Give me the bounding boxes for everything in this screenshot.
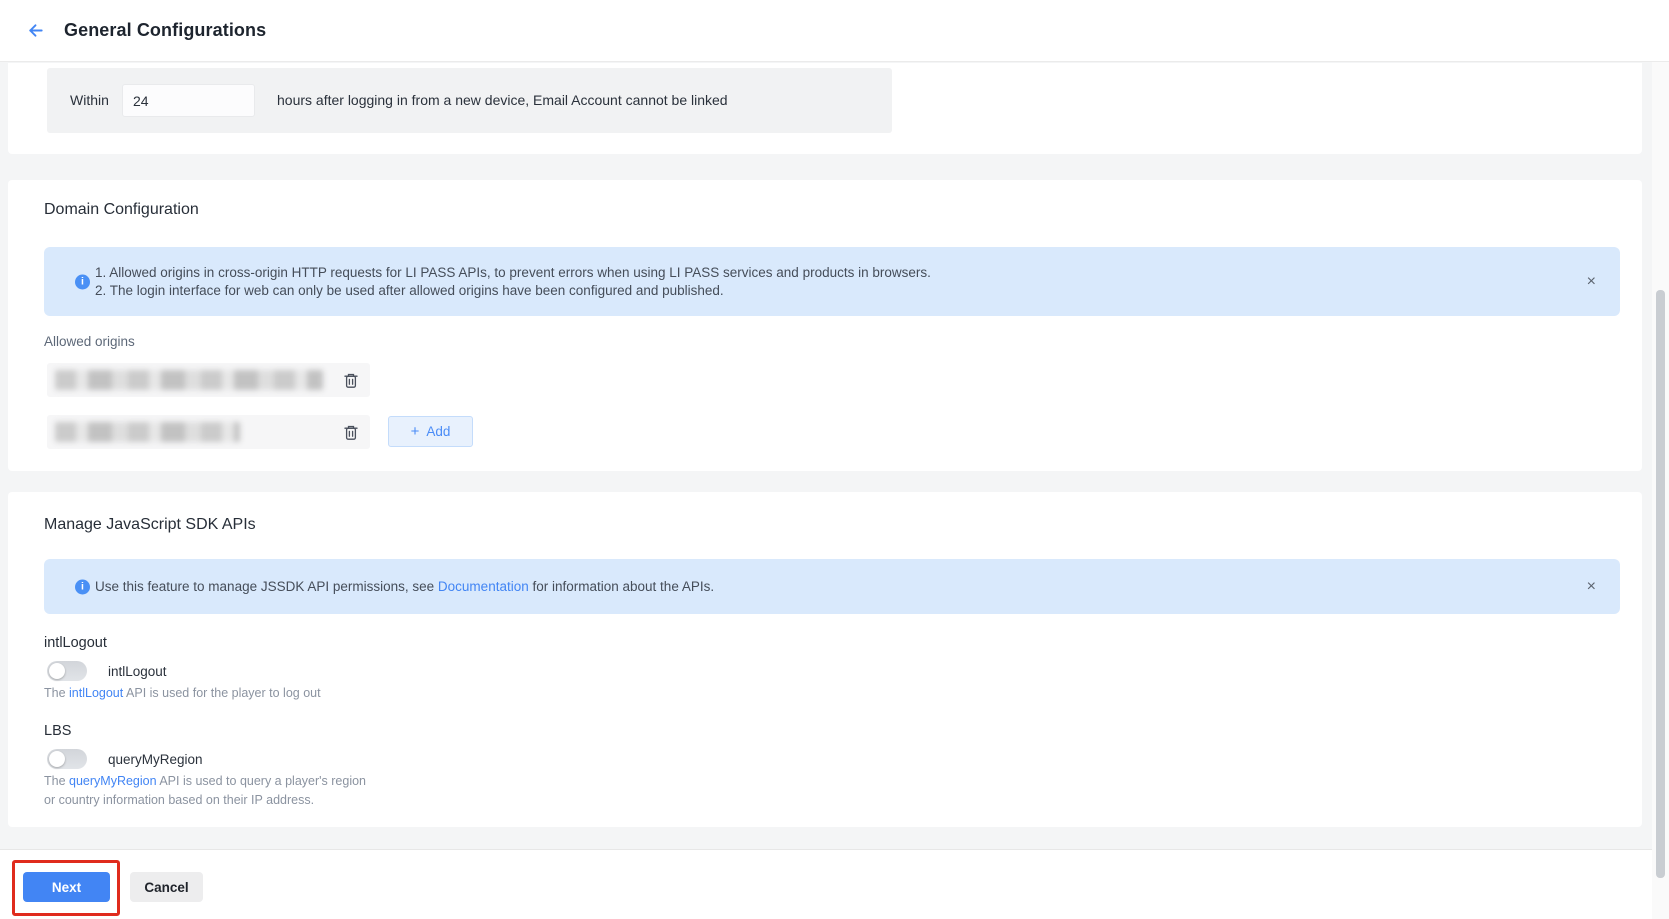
page-header: General Configurations [0,0,1669,62]
desc-text: The [44,686,70,700]
delete-origin-button[interactable] [342,371,360,389]
hours-input[interactable] [122,84,255,117]
card-jssdk-apis: Manage JavaScript SDK APIs i Use this fe… [8,492,1642,827]
card-device-rule: Within hours after logging in from a new… [8,63,1642,154]
domain-info-line1: 1. Allowed origins in cross-origin HTTP … [95,264,931,280]
querymyregion-toggle-row: queryMyRegion [47,749,203,769]
domain-info-text: 1. Allowed origins in cross-origin HTTP … [95,264,931,300]
close-icon[interactable]: × [1587,273,1596,290]
domain-info-banner: i 1. Allowed origins in cross-origin HTT… [44,247,1620,316]
page-title: General Configurations [64,20,267,40]
trash-icon [344,425,358,440]
querymyregion-api-link[interactable]: queryMyRegion [69,774,157,788]
querymyregion-description: The queryMyRegion API is used to query a… [44,772,380,809]
jssdk-info-banner: i Use this feature to manage JSSDK API p… [44,559,1620,614]
within-label: Within [70,92,109,108]
add-button-label: Add [426,424,451,439]
jssdk-info-text: Use this feature to manage JSSDK API per… [95,578,714,596]
jssdk-title: Manage JavaScript SDK APIs [44,516,256,533]
intllogout-api-link[interactable]: intlLogout [69,686,123,700]
jssdk-info-before: Use this feature to manage JSSDK API per… [95,578,438,594]
next-button[interactable]: Next [23,872,110,902]
jssdk-info-after: for information about the APIs. [528,578,715,594]
intllogout-toggle-label: intlLogout [108,663,167,679]
redacted-text [55,370,323,390]
device-rule-row: Within hours after logging in from a new… [47,68,892,133]
device-rule-text: hours after logging in from a new device… [277,92,728,108]
footer-action-bar: Next Cancel [0,849,1652,919]
desc-text: The [44,774,70,788]
info-icon: i [75,274,90,289]
delete-origin-button[interactable] [342,423,360,441]
trash-icon [344,373,358,388]
card-domain-configuration: Domain Configuration i 1. Allowed origin… [8,180,1642,471]
origin-input-2[interactable] [47,415,370,449]
close-icon[interactable]: × [1587,578,1596,595]
back-button[interactable] [18,14,52,48]
origin-input-1[interactable] [47,363,370,397]
cancel-button[interactable]: Cancel [130,872,203,902]
allowed-origins-label: Allowed origins [44,334,135,349]
domain-configuration-title: Domain Configuration [44,201,199,218]
group-heading-intllogout: intlLogout [44,635,107,651]
domain-info-line2: 2. The login interface for web can only … [95,282,724,298]
add-origin-button[interactable]: + Add [388,416,473,447]
plus-icon: + [410,423,420,440]
querymyregion-toggle[interactable] [47,749,87,769]
toggle-knob [49,751,65,767]
redacted-text [55,422,240,442]
intllogout-description: The intlLogout API is used for the playe… [44,684,321,703]
scrollbar-thumb[interactable] [1656,290,1665,878]
toggle-knob [49,663,65,679]
desc-text: API is used for the player to log out [123,686,321,700]
intllogout-toggle-row: intlLogout [47,661,167,681]
vertical-scrollbar[interactable] [1652,62,1669,919]
arrow-left-icon [28,24,43,37]
documentation-link[interactable]: Documentation [438,579,529,594]
intllogout-toggle[interactable] [47,661,87,681]
querymyregion-toggle-label: queryMyRegion [108,751,203,767]
group-heading-lbs: LBS [44,723,72,739]
info-icon: i [75,579,90,594]
general-configurations-page: General Configurations Within hours afte… [0,0,1669,919]
